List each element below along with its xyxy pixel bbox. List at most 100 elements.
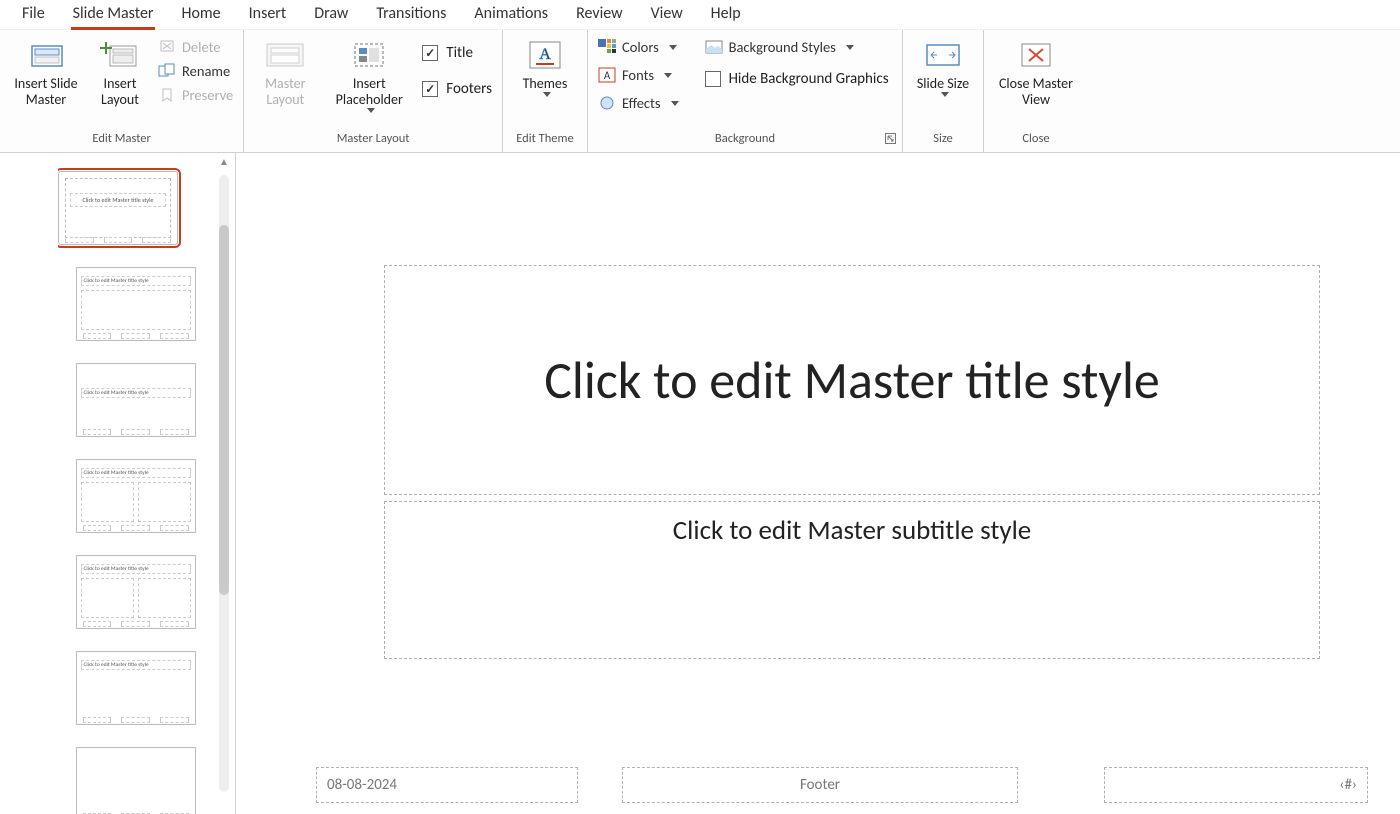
master-layout-label: Master Layout (254, 76, 316, 108)
thumbnails-scrollbar[interactable]: ▲ (213, 153, 235, 814)
colors-button[interactable]: Colors (598, 38, 679, 56)
fonts-button[interactable]: A Fonts (598, 66, 679, 84)
date-placeholder-text: 08-08-2024 (327, 776, 397, 794)
group-edit-master: Insert Slide Master Insert Layout Delete (0, 30, 244, 152)
colors-label: Colors (622, 38, 659, 56)
close-master-view-button[interactable]: Close Master View (994, 36, 1078, 108)
svg-text:A: A (539, 46, 551, 63)
workspace: Click to edit Master title style Click t… (0, 153, 1400, 814)
checkbox-icon (422, 45, 438, 61)
rename-button[interactable]: Rename (158, 62, 233, 80)
thumbnails-list[interactable]: Click to edit Master title style Click t… (58, 153, 213, 814)
group-label-size: Size (913, 129, 973, 150)
fonts-label: Fonts (622, 66, 654, 84)
hide-background-graphics-checkbox[interactable]: Hide Background Graphics (705, 70, 889, 88)
tab-review[interactable]: Review (562, 0, 637, 29)
fonts-icon: A (598, 66, 616, 84)
group-label-edit-master: Edit Master (10, 129, 233, 150)
group-close: Close Master View Close (984, 30, 1088, 152)
thumbnail-title-text: Click to edit Master title style (81, 388, 191, 398)
title-checkbox[interactable]: Title (422, 44, 492, 62)
rename-label: Rename (182, 62, 230, 80)
insert-placeholder-icon (349, 38, 389, 72)
thumbnail-layout[interactable] (76, 747, 196, 814)
insert-slide-master-label: Insert Slide Master (10, 76, 82, 108)
slide-number-placeholder[interactable]: ‹#› (1104, 767, 1368, 803)
group-label-background-text: Background (715, 131, 775, 146)
tab-view[interactable]: View (637, 0, 697, 29)
group-label-close: Close (994, 129, 1078, 150)
thumbnail-layout[interactable]: Click to edit Master title style (76, 267, 196, 341)
checkbox-icon (705, 71, 721, 87)
close-icon (1016, 38, 1056, 72)
master-layout-button: Master Layout (254, 36, 316, 108)
thumbnail-title-text: Click to edit Master title style (81, 468, 191, 478)
thumbnail-layout[interactable]: Click to edit Master title style (76, 363, 196, 437)
tab-animations[interactable]: Animations (460, 0, 562, 29)
footers-checkbox[interactable]: Footers (422, 80, 492, 98)
thumbnails-pane: Click to edit Master title style Click t… (0, 153, 236, 814)
tab-draw[interactable]: Draw (300, 0, 362, 29)
footers-checkbox-label: Footers (446, 80, 492, 98)
slide: Click to edit Master title style Click t… (236, 153, 1400, 814)
thumbnail-title-text: Click to edit Master title style (81, 276, 191, 286)
tab-transitions[interactable]: Transitions (362, 0, 460, 29)
scroll-thumb[interactable] (219, 225, 229, 595)
title-placeholder[interactable]: Click to edit Master title style (384, 265, 1320, 495)
preserve-label: Preserve (182, 86, 233, 104)
insert-slide-master-icon (26, 38, 66, 72)
background-styles-button[interactable]: Background Styles (705, 38, 889, 56)
group-master-layout: Master Layout Insert Placeholder Title F… (244, 30, 503, 152)
date-placeholder[interactable]: 08-08-2024 (316, 767, 578, 803)
footer-placeholder[interactable]: Footer (622, 767, 1018, 803)
group-edit-theme: AA Themes Edit Theme (503, 30, 588, 152)
ribbon: Insert Slide Master Insert Layout Delete (0, 30, 1400, 153)
background-styles-label: Background Styles (729, 38, 836, 56)
group-background: Colors A Fonts Effects (588, 30, 903, 152)
thumbnail-title-text: Click to edit Master title style (81, 660, 191, 670)
tab-file[interactable]: File (8, 0, 59, 29)
effects-label: Effects (622, 94, 661, 112)
close-master-view-label: Close Master View (994, 76, 1078, 108)
tab-slide-master[interactable]: Slide Master (59, 0, 168, 29)
svg-text:A: A (604, 69, 611, 82)
subtitle-placeholder[interactable]: Click to edit Master subtitle style (384, 501, 1320, 659)
preserve-icon (158, 86, 176, 104)
ribbon-tabs: File Slide Master Home Insert Draw Trans… (0, 0, 1400, 30)
insert-layout-icon (100, 38, 140, 72)
insert-placeholder-button[interactable]: Insert Placeholder (326, 36, 412, 113)
subtitle-placeholder-text: Click to edit Master subtitle style (673, 514, 1031, 547)
slide-canvas[interactable]: Click to edit Master title style Click t… (236, 153, 1400, 814)
thumbnail-layout[interactable]: Click to edit Master title style (76, 651, 196, 725)
background-dialog-launcher[interactable] (885, 133, 896, 147)
themes-button[interactable]: AA Themes (513, 36, 577, 97)
themes-label: Themes (523, 76, 568, 92)
delete-label: Delete (182, 38, 221, 56)
tab-help[interactable]: Help (697, 0, 755, 29)
group-label-master-layout: Master Layout (254, 129, 492, 150)
delete-button: Delete (158, 38, 233, 56)
thumbnail-slide-master[interactable]: Click to edit Master title style (58, 171, 178, 245)
thumbnail-layout[interactable]: Click to edit Master title style (76, 555, 196, 629)
background-styles-icon (705, 38, 723, 56)
effects-button[interactable]: Effects (598, 94, 679, 112)
hide-background-graphics-label: Hide Background Graphics (729, 70, 889, 88)
rename-icon (158, 62, 176, 80)
insert-slide-master-button[interactable]: Insert Slide Master (10, 36, 82, 108)
insert-layout-label: Insert Layout (92, 76, 148, 108)
group-label-edit-theme: Edit Theme (513, 129, 577, 150)
tab-insert[interactable]: Insert (235, 0, 301, 29)
slide-size-button[interactable]: Slide Size (913, 36, 973, 97)
slide-size-label: Slide Size (917, 76, 969, 92)
footer-placeholder-text: Footer (800, 776, 840, 794)
thumbnails-gutter (0, 153, 58, 814)
insert-placeholder-label: Insert Placeholder (326, 76, 412, 108)
title-checkbox-label: Title (446, 44, 473, 62)
delete-icon (158, 38, 176, 56)
thumbnail-layout[interactable]: Click to edit Master title style (76, 459, 196, 533)
preserve-button: Preserve (158, 86, 233, 104)
scroll-up-icon[interactable]: ▲ (217, 155, 231, 167)
tab-home[interactable]: Home (167, 0, 234, 29)
insert-layout-button[interactable]: Insert Layout (92, 36, 148, 108)
thumbnail-title-text: Click to edit Master title style (81, 564, 191, 574)
